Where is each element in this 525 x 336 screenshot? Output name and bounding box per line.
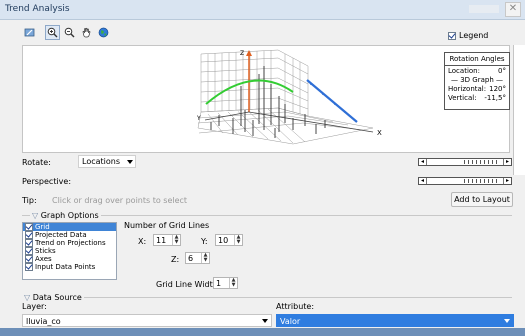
- y-axis-label: Y: [196, 115, 201, 122]
- layer-dropdown[interactable]: lluvia_co: [22, 314, 272, 327]
- data-source-header[interactable]: ▽ Data Source: [22, 293, 84, 302]
- list-item[interactable]: Trend on Projections: [23, 239, 116, 247]
- list-item-label: Sticks: [35, 247, 56, 255]
- z-axis-arrow: [246, 50, 252, 56]
- slider-left-arrow-icon[interactable]: ◂: [419, 159, 427, 165]
- graph-options-list[interactable]: Grid Projected Data Trend on Projections…: [22, 222, 117, 280]
- grid-z-stepper[interactable]: 6 ▲ ▼: [185, 252, 210, 264]
- grid-line-width-label: Grid Line Width:: [156, 280, 221, 289]
- perspective-slider[interactable]: ◂ ▸: [418, 177, 512, 185]
- pin-icon[interactable]: [22, 25, 37, 40]
- grid-z-label: Z:: [171, 255, 180, 264]
- chevron-down-icon: [127, 160, 133, 164]
- chevron-down-icon: [504, 319, 510, 323]
- grid-back-wall: [200, 49, 309, 117]
- window-bottom-edge: [0, 328, 525, 336]
- title-bar-controls: [469, 5, 499, 13]
- close-button[interactable]: ✕: [505, 2, 521, 17]
- grid-y-value: 10: [218, 236, 229, 245]
- tip-label: Tip:: [22, 196, 37, 205]
- zoom-in-icon[interactable]: [45, 25, 60, 40]
- graph-options-title: Graph Options: [40, 211, 99, 220]
- y-axis-line: [204, 111, 250, 121]
- location-row: Location: 0°: [445, 67, 509, 75]
- grid-line-width-value: 1: [216, 279, 222, 288]
- horizontal-label: Horizontal:: [448, 85, 487, 93]
- rotate-label: Rotate:: [22, 158, 51, 167]
- location-value: 0°: [498, 67, 506, 75]
- stepper-arrows-icon[interactable]: ▲ ▼: [234, 235, 242, 245]
- trend-graph-canvas[interactable]: Z X Y: [22, 45, 510, 153]
- grid-y-label: Y:: [201, 237, 208, 246]
- title-bar: Trend Analysis ✕: [0, 0, 525, 20]
- projection-trend-line-b: [306, 79, 358, 123]
- list-item-label: Grid: [35, 223, 50, 231]
- rotate-slider[interactable]: ◂ ▸: [418, 158, 512, 166]
- grid-x-stepper[interactable]: 11 ▲ ▼: [153, 234, 181, 246]
- list-item[interactable]: Projected Data: [23, 231, 116, 239]
- graph-toolbar: [22, 25, 111, 43]
- slider-left-arrow-icon[interactable]: ◂: [419, 178, 427, 184]
- graph-section-label: — 3D Graph —: [451, 76, 503, 84]
- slider-ticks: [464, 179, 500, 183]
- hand-pan-icon[interactable]: [79, 25, 94, 40]
- slider-right-arrow-icon[interactable]: ▸: [503, 178, 511, 184]
- grid-lines-label: Number of Grid Lines: [124, 221, 210, 230]
- x-axis-label: X: [377, 129, 382, 137]
- side-panel-edge: [513, 45, 525, 175]
- slider-ticks: [464, 160, 500, 164]
- list-item-label: Trend on Projections: [35, 239, 106, 247]
- perspective-label: Perspective:: [22, 177, 72, 186]
- list-item[interactable]: Sticks: [23, 247, 116, 255]
- tip-text: Click or drag over points to select: [52, 196, 188, 205]
- input-points-check-icon[interactable]: [25, 263, 33, 271]
- rotate-dropdown-value: Locations: [82, 157, 121, 166]
- location-label: Location:: [448, 67, 480, 75]
- chevron-down-icon: [262, 319, 268, 323]
- vertical-value: -11,5°: [484, 94, 506, 102]
- grid-x-value: 11: [156, 236, 167, 245]
- list-item-label: Axes: [35, 255, 52, 263]
- graph-options-header[interactable]: ▽ Graph Options: [30, 211, 101, 220]
- layer-label: Layer:: [22, 302, 47, 311]
- attribute-label: Attribute:: [276, 302, 315, 311]
- legend-checkbox[interactable]: Legend: [448, 31, 488, 40]
- attribute-value: Valor: [280, 317, 301, 326]
- data-source-divider: [22, 297, 512, 298]
- list-item[interactable]: Input Data Points: [23, 263, 116, 271]
- list-item-label: Projected Data: [35, 231, 87, 239]
- stepper-arrows-icon[interactable]: ▲ ▼: [229, 278, 237, 288]
- vertical-label: Vertical:: [448, 94, 477, 102]
- legend-check-icon[interactable]: [448, 31, 456, 40]
- legend-label: Legend: [459, 31, 489, 40]
- horizontal-value: 120°: [489, 85, 506, 93]
- add-to-layout-button[interactable]: Add to Layout: [451, 192, 513, 207]
- z-axis-label: Z: [240, 50, 244, 57]
- grid-y-stepper[interactable]: 10 ▲ ▼: [215, 234, 243, 246]
- trend-3d-plot[interactable]: Z X Y: [23, 46, 509, 152]
- rotation-title: Rotation Angles: [445, 53, 509, 66]
- list-item-label: Input Data Points: [35, 263, 96, 271]
- globe-full-extent-icon[interactable]: [96, 25, 111, 40]
- grid-line-width-stepper[interactable]: 1 ▲ ▼: [213, 277, 238, 289]
- data-source-title: Data Source: [32, 293, 82, 302]
- horizontal-row: Horizontal: 120°: [445, 85, 509, 93]
- window-title: Trend Analysis: [5, 4, 70, 14]
- zoom-out-icon[interactable]: [62, 25, 77, 40]
- stepper-arrows-icon[interactable]: ▲ ▼: [201, 253, 209, 263]
- rotation-angles-panel: Rotation Angles Location: 0° — 3D Graph …: [444, 52, 510, 110]
- slider-right-arrow-icon[interactable]: ▸: [503, 159, 511, 165]
- grid-x-label: X:: [138, 237, 147, 246]
- vertical-row: Vertical: -11,5°: [445, 94, 509, 102]
- list-item[interactable]: Grid: [23, 223, 116, 231]
- layer-value: lluvia_co: [26, 317, 61, 326]
- grid-z-value: 6: [188, 254, 194, 263]
- list-item[interactable]: Axes: [23, 255, 116, 263]
- rotate-dropdown[interactable]: Locations: [78, 155, 136, 168]
- stepper-arrows-icon[interactable]: ▲ ▼: [172, 235, 180, 245]
- attribute-dropdown[interactable]: Valor: [276, 314, 514, 327]
